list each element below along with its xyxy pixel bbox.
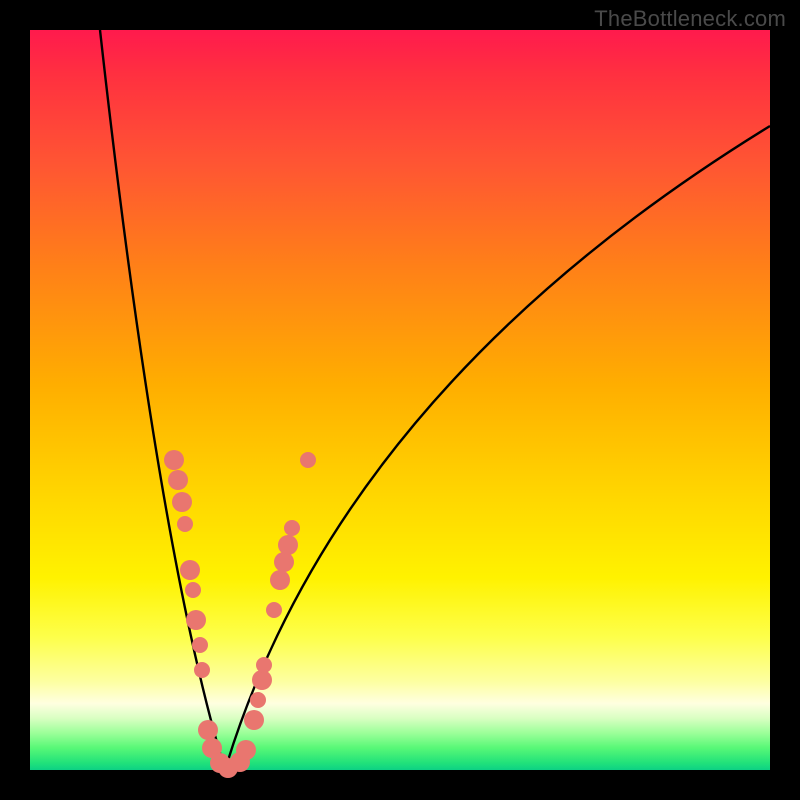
chart-marker (284, 520, 300, 536)
chart-marker (250, 692, 266, 708)
chart-marker (185, 582, 201, 598)
bottleneck-curve (100, 30, 770, 770)
chart-marker (266, 602, 282, 618)
chart-marker (186, 610, 206, 630)
chart-marker (194, 662, 210, 678)
chart-marker (256, 657, 272, 673)
chart-marker (236, 740, 256, 760)
chart-marker (274, 552, 294, 572)
chart-marker (164, 450, 184, 470)
chart-marker (180, 560, 200, 580)
chart-marker (300, 452, 316, 468)
chart-marker (192, 637, 208, 653)
chart-marker (168, 470, 188, 490)
chart-frame: TheBottleneck.com (0, 0, 800, 800)
chart-marker (270, 570, 290, 590)
watermark-text: TheBottleneck.com (594, 6, 786, 32)
chart-svg (30, 30, 770, 770)
chart-plot-area (30, 30, 770, 770)
chart-marker (172, 492, 192, 512)
chart-marker (252, 670, 272, 690)
chart-marker (278, 535, 298, 555)
chart-marker (177, 516, 193, 532)
chart-marker (198, 720, 218, 740)
chart-marker (244, 710, 264, 730)
